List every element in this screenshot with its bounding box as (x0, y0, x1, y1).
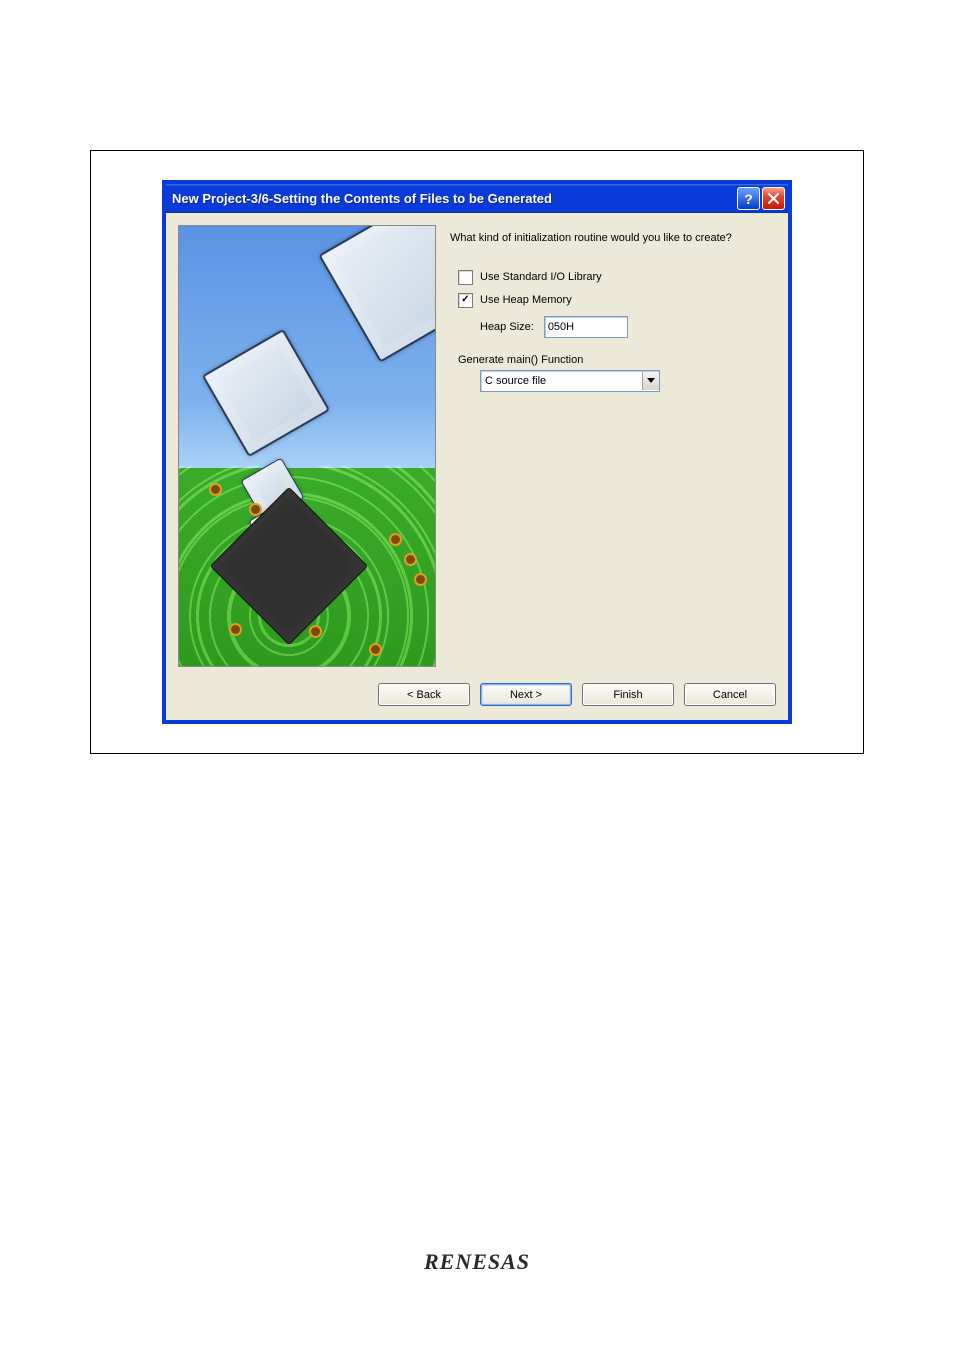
dropdown-button[interactable] (642, 372, 659, 390)
use-heap-label: Use Heap Memory (480, 294, 572, 306)
chevron-down-icon (647, 378, 655, 384)
back-button[interactable]: < Back (378, 683, 470, 706)
heap-size-label: Heap Size: (480, 321, 534, 333)
close-button[interactable] (762, 187, 785, 210)
help-button[interactable]: ? (737, 187, 760, 210)
close-icon (768, 193, 779, 204)
use-heap-row[interactable]: Use Heap Memory (458, 293, 776, 308)
use-io-row[interactable]: Use Standard I/O Library (458, 270, 776, 285)
renesas-logo: RENESAS (424, 1249, 530, 1275)
dialog-title: New Project-3/6-Setting the Contents of … (172, 191, 735, 206)
dialog-body: What kind of initialization routine woul… (166, 213, 788, 675)
wizard-dialog: New Project-3/6-Setting the Contents of … (163, 181, 791, 723)
use-io-checkbox[interactable] (458, 270, 473, 285)
page-figure-border: New Project-3/6-Setting the Contents of … (90, 150, 864, 754)
titlebar: New Project-3/6-Setting the Contents of … (166, 184, 788, 213)
generate-main-label: Generate main() Function (458, 354, 776, 366)
next-button[interactable]: Next > (480, 683, 572, 706)
use-heap-checkbox[interactable] (458, 293, 473, 308)
heap-size-row: Heap Size: (480, 316, 776, 338)
dialog-footer: < Back Next > Finish Cancel (166, 675, 788, 720)
use-io-label: Use Standard I/O Library (480, 271, 602, 283)
heap-size-input[interactable] (544, 316, 628, 338)
cancel-button[interactable]: Cancel (684, 683, 776, 706)
finish-button[interactable]: Finish (582, 683, 674, 706)
generate-main-select-value: C source file (481, 375, 642, 387)
question-text: What kind of initialization routine woul… (450, 231, 776, 246)
form-panel: What kind of initialization routine woul… (450, 225, 776, 667)
generate-main-select[interactable]: C source file (480, 370, 660, 392)
wizard-image (178, 225, 436, 667)
